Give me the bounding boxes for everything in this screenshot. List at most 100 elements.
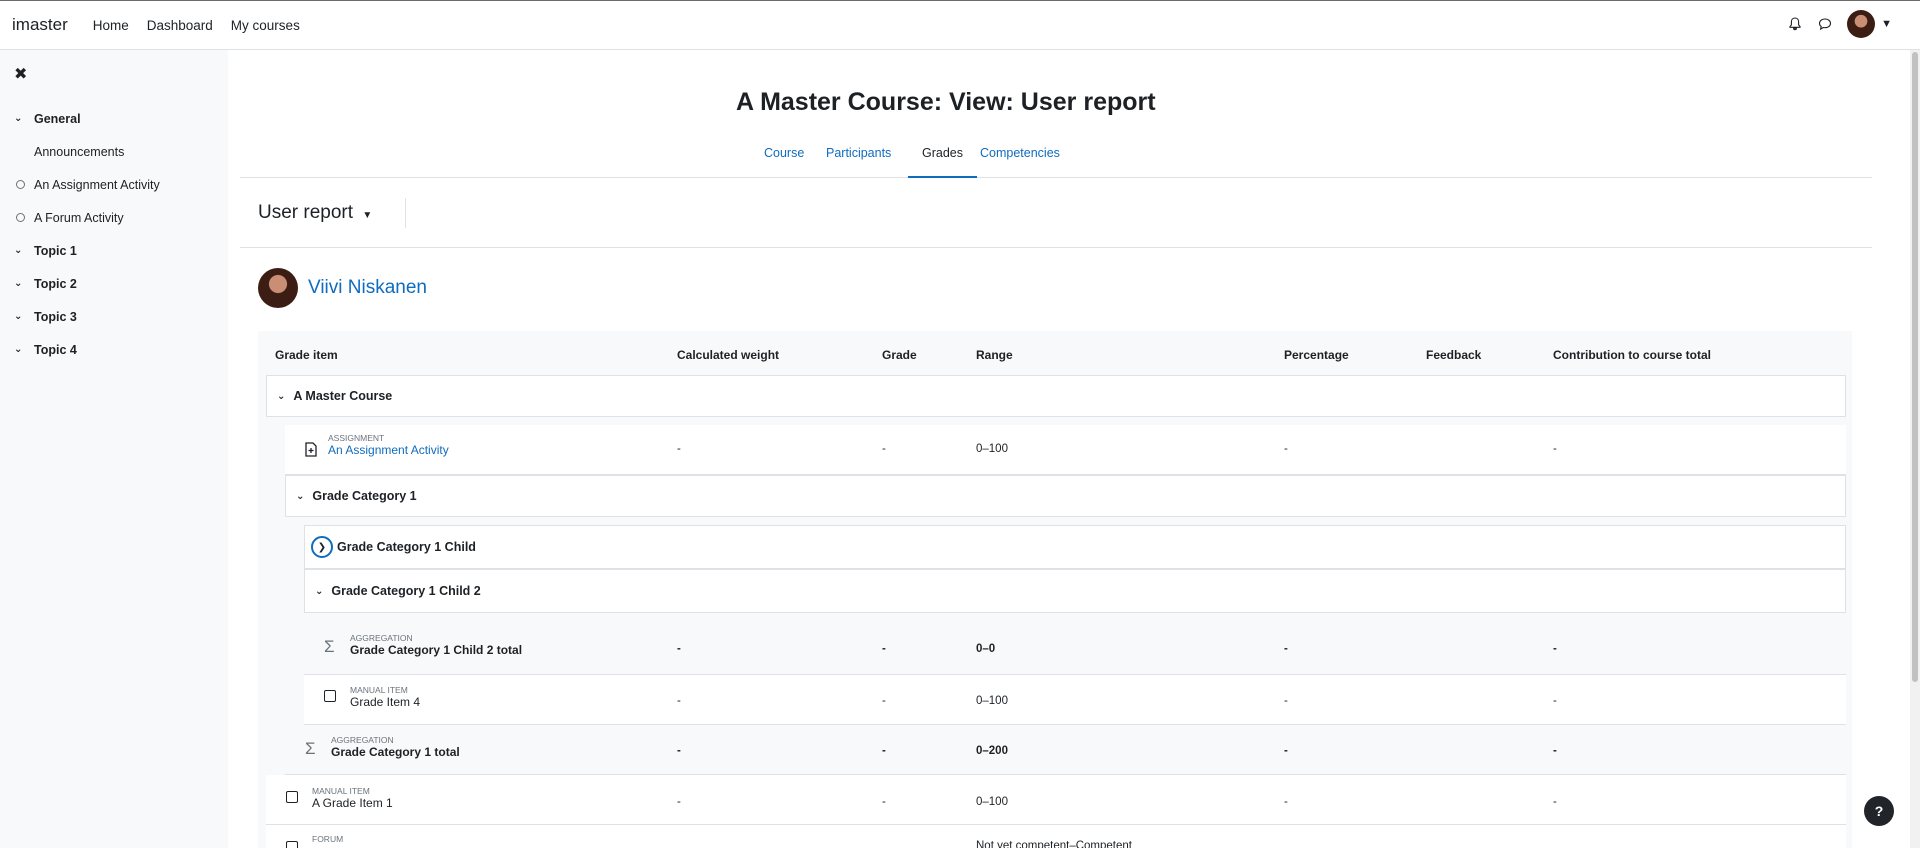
course-index-item-announcements[interactable]: Announcements <box>0 135 228 168</box>
course-index-section-general[interactable]: ⌄ General <box>0 102 228 135</box>
user-heading: Viivi Niskanen <box>258 268 427 308</box>
chevron-down-icon[interactable]: ⌄ <box>14 245 28 256</box>
category-row-grade-category-1: ⌄ Grade Category 1 <box>285 475 1846 517</box>
assignment-icon <box>305 442 317 457</box>
grade-item-name: A Grade Item 1 <box>312 796 393 810</box>
contribution: - <box>1553 695 1557 707</box>
course-index-section-topic-3[interactable]: ⌄ Topic 3 <box>0 300 228 333</box>
range: 0–0 <box>976 643 996 655</box>
percentage: - <box>1284 796 1288 808</box>
item-label: Announcements <box>34 144 125 159</box>
page-scrollbar[interactable] <box>1910 50 1920 848</box>
top-navbar: imaster Home Dashboard My courses ▼ <box>0 0 1920 50</box>
divider <box>405 198 406 228</box>
nav-link-my-courses[interactable]: My courses <box>231 18 300 33</box>
header-feedback: Feedback <box>1426 348 1482 362</box>
nav-link-home[interactable]: Home <box>93 18 129 33</box>
course-index-item-assignment[interactable]: An Assignment Activity <box>0 168 228 201</box>
report-selector[interactable]: User report ▼ <box>258 202 372 224</box>
chevron-down-icon[interactable]: ⌄ <box>14 113 28 124</box>
item-type: FORUM <box>312 834 344 844</box>
table-row: ASSIGNMENT An Assignment Activity - - 0–… <box>285 425 1846 475</box>
report-selector-label: User report <box>258 202 354 223</box>
sigma-icon: Σ <box>324 637 335 656</box>
contribution: - <box>1553 443 1557 455</box>
close-icon[interactable]: ✖ <box>14 64 27 84</box>
avatar[interactable] <box>258 268 298 308</box>
header-contribution: Contribution to course total <box>1553 348 1711 362</box>
chevron-down-icon[interactable]: ⌄ <box>14 278 28 289</box>
grade: - <box>882 796 886 808</box>
manual-item-icon <box>324 690 336 702</box>
sigma-icon: Σ <box>305 739 316 758</box>
category-name: Grade Category 1 Child <box>337 540 476 554</box>
table-row: Σ AGGREGATION Grade Category 1 total - -… <box>285 725 1846 775</box>
percentage: - <box>1284 695 1288 707</box>
table-header: Grade item Calculated weight Grade Range… <box>258 331 1852 376</box>
item-type: AGGREGATION <box>350 633 413 643</box>
item-type: MANUAL ITEM <box>312 786 370 796</box>
header-calculated-weight: Calculated weight <box>677 348 780 362</box>
tab-competencies[interactable]: Competencies <box>966 134 1074 178</box>
chevron-down-icon[interactable]: ▼ <box>1881 18 1892 30</box>
percentage: - <box>1284 443 1288 455</box>
course-index-section-topic-1[interactable]: ⌄ Topic 1 <box>0 234 228 267</box>
item-type: AGGREGATION <box>331 735 394 745</box>
item-type: MANUAL ITEM <box>350 685 408 695</box>
header-grade: Grade <box>882 348 917 362</box>
chat-icon[interactable] <box>1817 16 1833 32</box>
grade-item-name: Grade Category 1 total <box>331 745 460 759</box>
contribution: - <box>1553 643 1557 655</box>
grade-item-link[interactable]: An Assignment Activity <box>328 443 449 457</box>
category-name: Grade Category 1 <box>312 489 417 503</box>
site-brand[interactable]: imaster <box>12 15 68 35</box>
table-row: FORUM Not yet competent–Competent <box>266 825 1846 848</box>
course-index-section-topic-4[interactable]: ⌄ Topic 4 <box>0 333 228 366</box>
calculated-weight: - <box>677 796 681 808</box>
course-index-section-topic-2[interactable]: ⌄ Topic 2 <box>0 267 228 300</box>
percentage: - <box>1284 745 1288 757</box>
grade-item-name: Grade Category 1 Child 2 total <box>350 643 523 657</box>
tab-participants[interactable]: Participants <box>812 134 905 178</box>
user-avatar[interactable] <box>1847 10 1876 38</box>
page-title: A Master Course: View: User report <box>736 88 1156 116</box>
main-content: A Master Course: View: User report Cours… <box>228 50 1920 848</box>
section-label: Topic 3 <box>34 309 77 324</box>
item-type: ASSIGNMENT <box>328 433 385 443</box>
nav-link-dashboard[interactable]: Dashboard <box>147 18 213 33</box>
chevron-down-icon[interactable]: ⌄ <box>296 491 304 502</box>
primary-navigation: Home Dashboard My courses <box>84 18 309 33</box>
category-row-grade-category-1-child-2: ⌄ Grade Category 1 Child 2 <box>304 569 1846 613</box>
chevron-down-icon[interactable]: ⌄ <box>14 311 28 322</box>
tab-course[interactable]: Course <box>750 134 818 178</box>
manual-item-icon <box>286 791 298 803</box>
help-button[interactable]: ? <box>1864 796 1894 826</box>
grade: - <box>882 695 886 707</box>
chevron-right-icon[interactable]: ❯ <box>311 536 333 558</box>
grade: - <box>882 745 886 757</box>
scrollbar-thumb[interactable] <box>1912 52 1918 682</box>
bell-icon[interactable] <box>1787 16 1803 32</box>
navbar-user-controls: ▼ <box>1787 10 1892 38</box>
section-label: General <box>34 111 81 126</box>
chevron-down-icon[interactable]: ⌄ <box>315 586 323 597</box>
forum-icon <box>286 841 298 848</box>
contribution: - <box>1553 745 1557 757</box>
course-index: ⌄ General Announcements An Assignment Ac… <box>0 102 228 366</box>
category-row-course: ⌄ A Master Course <box>266 375 1846 417</box>
chevron-down-icon: ▼ <box>362 210 373 221</box>
contribution: - <box>1553 796 1557 808</box>
grade: - <box>882 643 886 655</box>
report-navigation: User report ▼ <box>240 178 1872 248</box>
grade: - <box>882 443 886 455</box>
chevron-down-icon[interactable]: ⌄ <box>277 391 285 402</box>
completion-circle-icon <box>16 180 25 189</box>
range: 0–200 <box>976 745 1008 757</box>
chevron-down-icon[interactable]: ⌄ <box>14 344 28 355</box>
header-grade-item: Grade item <box>275 348 338 362</box>
table-row: Σ AGGREGATION Grade Category 1 Child 2 t… <box>304 621 1846 675</box>
section-label: Topic 2 <box>34 276 77 291</box>
course-index-item-forum[interactable]: A Forum Activity <box>0 201 228 234</box>
section-label: Topic 4 <box>34 342 77 357</box>
user-name-link[interactable]: Viivi Niskanen <box>308 277 427 299</box>
